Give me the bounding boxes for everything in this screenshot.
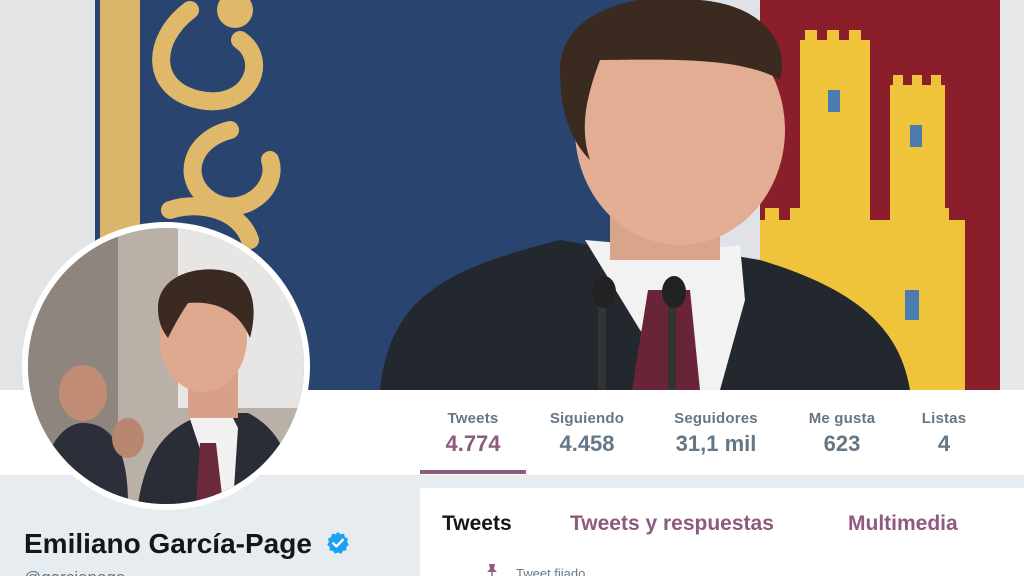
stat-likes[interactable]: Me gusta 623 xyxy=(802,410,882,457)
profile-handle[interactable]: @garciapage xyxy=(24,568,125,576)
avatar-photo xyxy=(28,228,304,504)
verified-badge-icon xyxy=(326,530,350,562)
stat-tweets[interactable]: Tweets 4.774 xyxy=(420,410,526,474)
pinned-tweet-label: Tweet fijado xyxy=(516,566,586,576)
stat-label: Tweets xyxy=(447,410,499,427)
profile-avatar[interactable] xyxy=(22,222,310,510)
stat-label: Siguiendo xyxy=(549,410,625,427)
stat-following[interactable]: Siguiendo 4.458 xyxy=(542,410,632,457)
tab-tweets-and-replies[interactable]: Tweets y respuestas xyxy=(570,512,774,536)
stat-value: 4.774 xyxy=(445,431,501,456)
stat-value: 4 xyxy=(937,431,951,456)
pin-icon xyxy=(486,564,498,576)
profile-name[interactable]: Emiliano García-Page xyxy=(24,528,312,559)
stat-value: 31,1 mil xyxy=(675,431,757,456)
stat-value: 4.458 xyxy=(559,431,615,456)
tab-tweets[interactable]: Tweets xyxy=(442,512,512,536)
stat-label: Seguidores xyxy=(674,410,758,427)
stat-lists[interactable]: Listas 4 xyxy=(918,410,970,457)
stat-value: 623 xyxy=(823,431,861,456)
stat-label: Me gusta xyxy=(808,410,876,427)
timeline-card: Tweets Tweets y respuestas Multimedia Tw… xyxy=(420,488,1024,576)
stat-label: Listas xyxy=(921,410,967,427)
stat-followers[interactable]: Seguidores 31,1 mil xyxy=(666,410,766,457)
profile-name-row: Emiliano García-Page xyxy=(24,528,350,562)
tab-media[interactable]: Multimedia xyxy=(848,512,958,536)
profile-page: Tweets 4.774 Siguiendo 4.458 Seguidores … xyxy=(0,0,1024,576)
avatar-image xyxy=(28,228,304,504)
